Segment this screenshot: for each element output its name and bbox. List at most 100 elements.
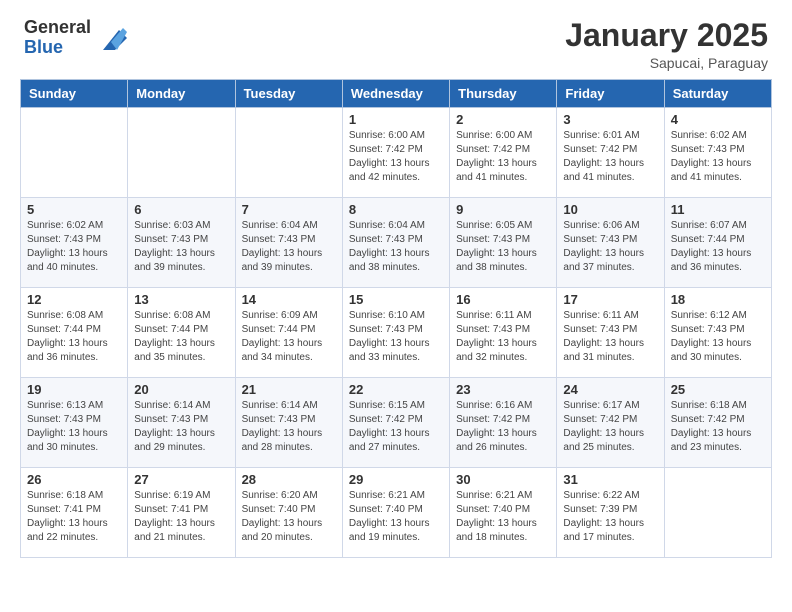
- calendar-week-row: 26 Sunrise: 6:18 AMSunset: 7:41 PMDayligh…: [21, 468, 772, 558]
- day-info: Sunrise: 6:09 AMSunset: 7:44 PMDaylight:…: [242, 309, 336, 365]
- day-info: Sunrise: 6:19 AMSunset: 7:41 PMDaylight:…: [134, 489, 228, 545]
- day-number: 8: [349, 202, 443, 217]
- day-info: Sunrise: 6:17 AMSunset: 7:42 PMDaylight:…: [563, 399, 657, 455]
- day-number: 29: [349, 472, 443, 487]
- calendar-cell: 1 Sunrise: 6:00 AMSunset: 7:42 PMDaylight…: [342, 108, 449, 198]
- calendar-cell: 18 Sunrise: 6:12 AMSunset: 7:43 PMDayligh…: [664, 288, 771, 378]
- col-thursday: Thursday: [450, 80, 557, 108]
- day-info: Sunrise: 6:16 AMSunset: 7:42 PMDaylight:…: [456, 399, 550, 455]
- day-info: Sunrise: 6:11 AMSunset: 7:43 PMDaylight:…: [563, 309, 657, 365]
- day-number: 13: [134, 292, 228, 307]
- day-number: 1: [349, 112, 443, 127]
- calendar-cell: 30 Sunrise: 6:21 AMSunset: 7:40 PMDayligh…: [450, 468, 557, 558]
- calendar-cell: 15Sunrise: 6:10 AMSunset: 7:43 PMDayligh…: [342, 288, 449, 378]
- day-info: Sunrise: 6:13 AMSunset: 7:43 PMDaylight:…: [27, 399, 121, 455]
- day-info: Sunrise: 6:08 AMSunset: 7:44 PMDaylight:…: [27, 309, 121, 365]
- calendar-cell: 10 Sunrise: 6:06 AMSunset: 7:43 PMDayligh…: [557, 198, 664, 288]
- day-info: Sunrise: 6:18 AMSunset: 7:42 PMDaylight:…: [671, 399, 765, 455]
- day-number: 24: [563, 382, 657, 397]
- calendar-week-row: 12 Sunrise: 6:08 AMSunset: 7:44 PMDayligh…: [21, 288, 772, 378]
- day-number: 3: [563, 112, 657, 127]
- calendar-cell: 20 Sunrise: 6:14 AMSunset: 7:43 PMDayligh…: [128, 378, 235, 468]
- day-number: 28: [242, 472, 336, 487]
- day-number: 30: [456, 472, 550, 487]
- calendar-cell: 23 Sunrise: 6:16 AMSunset: 7:42 PMDayligh…: [450, 378, 557, 468]
- day-number: 11: [671, 202, 765, 217]
- day-number: 26: [27, 472, 121, 487]
- day-info: Sunrise: 6:14 AMSunset: 7:43 PMDaylight:…: [134, 399, 228, 455]
- day-number: 2: [456, 112, 550, 127]
- calendar-cell: 12 Sunrise: 6:08 AMSunset: 7:44 PMDayligh…: [21, 288, 128, 378]
- header-row: Sunday Monday Tuesday Wednesday Thursday…: [21, 80, 772, 108]
- day-info: Sunrise: 6:22 AMSunset: 7:39 PMDaylight:…: [563, 489, 657, 545]
- logo-icon: [95, 22, 127, 54]
- day-info: Sunrise: 6:21 AMSunset: 7:40 PMDaylight:…: [456, 489, 550, 545]
- calendar-cell: 8 Sunrise: 6:04 AMSunset: 7:43 PMDaylight…: [342, 198, 449, 288]
- calendar-cell: 25 Sunrise: 6:18 AMSunset: 7:42 PMDayligh…: [664, 378, 771, 468]
- calendar-cell: 7Sunrise: 6:04 AMSunset: 7:43 PMDaylight…: [235, 198, 342, 288]
- calendar-cell: [664, 468, 771, 558]
- day-info: Sunrise: 6:04 AMSunset: 7:43 PMDaylight:…: [349, 219, 443, 275]
- day-number: 20: [134, 382, 228, 397]
- day-number: 15: [349, 292, 443, 307]
- day-info: Sunrise: 6:00 AMSunset: 7:42 PMDaylight:…: [456, 129, 550, 185]
- day-number: 4: [671, 112, 765, 127]
- day-number: 31: [563, 472, 657, 487]
- day-number: 27: [134, 472, 228, 487]
- calendar-cell: 6Sunrise: 6:03 AMSunset: 7:43 PMDaylight…: [128, 198, 235, 288]
- calendar-cell: [235, 108, 342, 198]
- logo-text: General Blue: [24, 18, 91, 58]
- calendar-cell: 13Sunrise: 6:08 AMSunset: 7:44 PMDayligh…: [128, 288, 235, 378]
- day-number: 10: [563, 202, 657, 217]
- col-sunday: Sunday: [21, 80, 128, 108]
- day-number: 19: [27, 382, 121, 397]
- calendar-cell: 28 Sunrise: 6:20 AMSunset: 7:40 PMDayligh…: [235, 468, 342, 558]
- page-header: General Blue January 2025 Sapucai, Parag…: [0, 0, 792, 79]
- day-number: 21: [242, 382, 336, 397]
- calendar-cell: 24 Sunrise: 6:17 AMSunset: 7:42 PMDayligh…: [557, 378, 664, 468]
- day-info: Sunrise: 6:03 AMSunset: 7:43 PMDaylight:…: [134, 219, 228, 275]
- calendar-cell: 22Sunrise: 6:15 AMSunset: 7:42 PMDayligh…: [342, 378, 449, 468]
- calendar-cell: 21Sunrise: 6:14 AMSunset: 7:43 PMDayligh…: [235, 378, 342, 468]
- calendar-cell: 3Sunrise: 6:01 AMSunset: 7:42 PMDaylight…: [557, 108, 664, 198]
- calendar-cell: 2 Sunrise: 6:00 AMSunset: 7:42 PMDaylight…: [450, 108, 557, 198]
- day-number: 17: [563, 292, 657, 307]
- location: Sapucai, Paraguay: [565, 55, 768, 71]
- day-info: Sunrise: 6:05 AMSunset: 7:43 PMDaylight:…: [456, 219, 550, 275]
- calendar-cell: 26 Sunrise: 6:18 AMSunset: 7:41 PMDayligh…: [21, 468, 128, 558]
- calendar-cell: [21, 108, 128, 198]
- calendar-cell: 31 Sunrise: 6:22 AMSunset: 7:39 PMDayligh…: [557, 468, 664, 558]
- day-info: Sunrise: 6:18 AMSunset: 7:41 PMDaylight:…: [27, 489, 121, 545]
- calendar-week-row: 19 Sunrise: 6:13 AMSunset: 7:43 PMDayligh…: [21, 378, 772, 468]
- day-info: Sunrise: 6:06 AMSunset: 7:43 PMDaylight:…: [563, 219, 657, 275]
- day-number: 12: [27, 292, 121, 307]
- day-number: 25: [671, 382, 765, 397]
- calendar-cell: 29Sunrise: 6:21 AMSunset: 7:40 PMDayligh…: [342, 468, 449, 558]
- col-tuesday: Tuesday: [235, 80, 342, 108]
- calendar-cell: 16Sunrise: 6:11 AMSunset: 7:43 PMDayligh…: [450, 288, 557, 378]
- calendar-wrap: Sunday Monday Tuesday Wednesday Thursday…: [0, 79, 792, 568]
- calendar-week-row: 1 Sunrise: 6:00 AMSunset: 7:42 PMDaylight…: [21, 108, 772, 198]
- day-info: Sunrise: 6:20 AMSunset: 7:40 PMDaylight:…: [242, 489, 336, 545]
- title-block: January 2025 Sapucai, Paraguay: [565, 18, 768, 71]
- col-saturday: Saturday: [664, 80, 771, 108]
- col-wednesday: Wednesday: [342, 80, 449, 108]
- logo-blue: Blue: [24, 38, 91, 58]
- day-info: Sunrise: 6:07 AMSunset: 7:44 PMDaylight:…: [671, 219, 765, 275]
- calendar-cell: 27 Sunrise: 6:19 AMSunset: 7:41 PMDayligh…: [128, 468, 235, 558]
- col-friday: Friday: [557, 80, 664, 108]
- calendar-header: Sunday Monday Tuesday Wednesday Thursday…: [21, 80, 772, 108]
- calendar-cell: 5Sunrise: 6:02 AMSunset: 7:43 PMDaylight…: [21, 198, 128, 288]
- day-info: Sunrise: 6:00 AMSunset: 7:42 PMDaylight:…: [349, 129, 443, 185]
- col-monday: Monday: [128, 80, 235, 108]
- day-number: 16: [456, 292, 550, 307]
- day-number: 7: [242, 202, 336, 217]
- day-number: 18: [671, 292, 765, 307]
- day-number: 22: [349, 382, 443, 397]
- day-number: 23: [456, 382, 550, 397]
- month-year: January 2025: [565, 18, 768, 53]
- day-info: Sunrise: 6:12 AMSunset: 7:43 PMDaylight:…: [671, 309, 765, 365]
- calendar-cell: 17 Sunrise: 6:11 AMSunset: 7:43 PMDayligh…: [557, 288, 664, 378]
- calendar-cell: 11 Sunrise: 6:07 AMSunset: 7:44 PMDayligh…: [664, 198, 771, 288]
- day-number: 9: [456, 202, 550, 217]
